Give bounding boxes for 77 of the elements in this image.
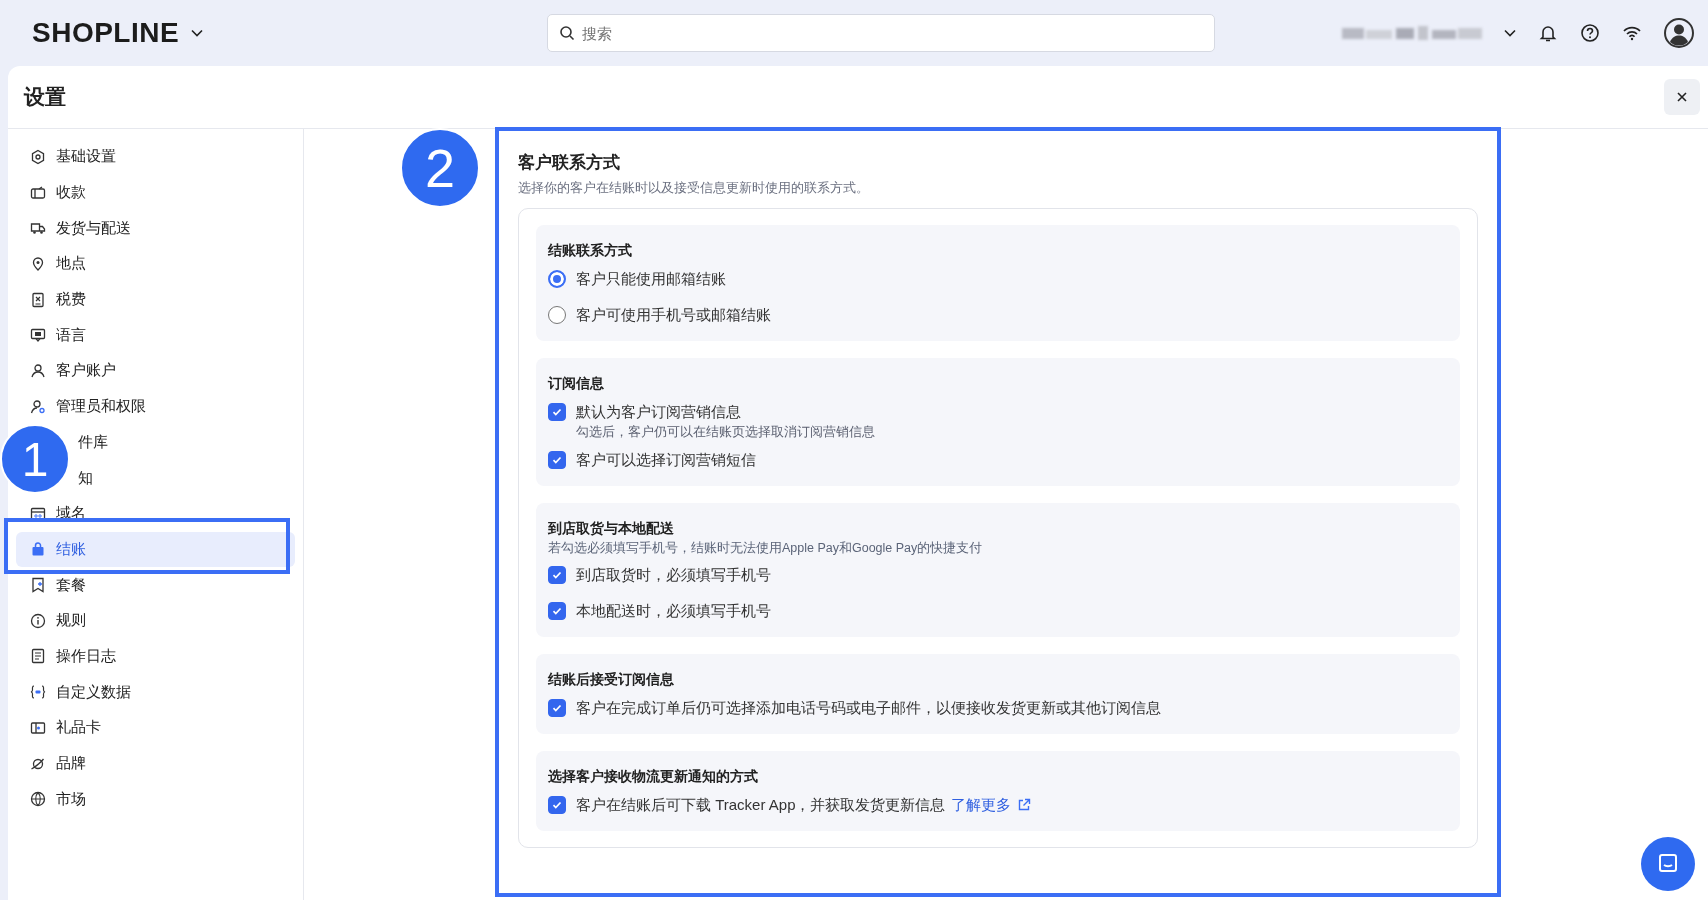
search-field[interactable]: 搜索 (547, 14, 1215, 52)
option-label: 客户可使用手机号或邮箱结账 (576, 305, 771, 325)
sidebar-item[interactable]: 自定义数据 (16, 674, 295, 710)
check-icon (551, 569, 563, 581)
receipt-icon (30, 291, 46, 308)
screen-icon (30, 327, 46, 344)
group-title: 到店取货与本地配送 (548, 519, 675, 538)
search-icon (559, 25, 575, 41)
check-icon (551, 454, 563, 466)
pin-icon (30, 255, 46, 272)
hexagon-icon (30, 148, 46, 165)
learn-more-link[interactable]: 了解更多 (951, 795, 1012, 815)
group-title: 结账联系方式 (548, 241, 633, 260)
checkbox[interactable] (548, 403, 566, 421)
bell-icon[interactable] (1538, 23, 1558, 43)
option-label: 客户在完成订单后仍可选择添加电话号码或电子邮件，以便接收发货更新或其他订阅信息 (576, 698, 1161, 718)
check-icon (551, 799, 563, 811)
group-title: 结账后接受订阅信息 (548, 670, 675, 689)
checkbox[interactable] (548, 796, 566, 814)
sidebar-item[interactable]: 客户账户 (16, 353, 295, 389)
sidebar-item[interactable]: 收款 (16, 174, 295, 211)
sidebar-item[interactable]: 税费 (16, 281, 295, 318)
option-label: 到店取货时，必须填写手机号 (576, 565, 771, 585)
option-label: 客户在结账后可下载 Tracker App，并获取发货更新信息 (576, 795, 946, 815)
section-title: 客户联系方式 (518, 152, 621, 174)
sidebar-item[interactable]: 市场 (16, 781, 295, 818)
checkbox[interactable] (548, 451, 566, 469)
sidebar-item[interactable]: 件库 (78, 424, 295, 461)
help-icon[interactable] (1580, 23, 1600, 43)
option-label: 本地配送时，必须填写手机号 (576, 601, 771, 621)
sidebar-item[interactable]: 知 (78, 460, 295, 496)
person-icon (30, 362, 46, 379)
radio-button[interactable] (548, 270, 566, 288)
info-icon (30, 612, 46, 629)
chevron-down-icon[interactable] (1504, 29, 1516, 37)
check-icon (551, 605, 563, 617)
sidebar-item[interactable]: 发货与配送 (16, 210, 295, 247)
sidebar-item[interactable]: 套餐 (16, 567, 295, 603)
avatar-icon[interactable] (1664, 18, 1694, 48)
sidebar-item[interactable]: 基础设置 (16, 139, 295, 175)
sidebar-item[interactable]: 管理员和权限 (16, 388, 295, 425)
sidebar-item[interactable]: 品牌 (16, 745, 295, 782)
section-description: 选择你的客户在结账时以及接受信息更新时使用的联系方式。 (518, 180, 870, 197)
sidebar-item[interactable]: 礼品卡 (16, 710, 295, 746)
close-icon (1676, 91, 1688, 103)
sidebar-item[interactable]: 规则 (16, 602, 295, 639)
group-title: 选择客户接收物流更新通知的方式 (548, 767, 759, 786)
wallet-icon (30, 184, 46, 201)
checkbox[interactable] (548, 699, 566, 717)
truck-icon (30, 220, 46, 237)
option-label: 客户可以选择订阅营销短信 (576, 450, 756, 470)
group-description: 若勾选必须填写手机号，结账时无法使用Apple Pay和Google Pay的快捷支付 (548, 540, 984, 557)
sidebar-item[interactable]: 结账 (16, 531, 295, 568)
globe-icon (30, 791, 46, 808)
logo[interactable]: SHOPLINE (32, 17, 180, 49)
option-label: 客户只能使用邮箱结账 (576, 269, 726, 289)
check-icon (551, 702, 563, 714)
document-icon (30, 648, 46, 665)
checkbox[interactable] (548, 602, 566, 620)
braces-icon (30, 684, 46, 701)
option-label: 默认为客户订阅营销信息 (576, 402, 741, 422)
sidebar-item[interactable]: 操作日志 (16, 638, 295, 675)
checkbox[interactable] (548, 566, 566, 584)
close-button[interactable] (1664, 79, 1700, 115)
group-title: 订阅信息 (548, 374, 605, 393)
sidebar-item[interactable]: 语言 (16, 317, 295, 354)
check-icon (551, 406, 563, 418)
bookmark-icon (30, 577, 46, 594)
radio-button[interactable] (548, 306, 566, 324)
person-key-icon (30, 398, 46, 415)
bag-icon (30, 541, 46, 558)
gift-card-icon (30, 719, 46, 736)
page-title: 设置 (24, 84, 66, 110)
external-link-icon[interactable] (1017, 798, 1032, 812)
option-hint: 勾选后，客户仍可以在结账页选择取消订阅营销信息 (576, 424, 876, 440)
chevron-down-icon[interactable] (191, 29, 204, 37)
sidebar-item[interactable]: 地点 (16, 246, 295, 282)
